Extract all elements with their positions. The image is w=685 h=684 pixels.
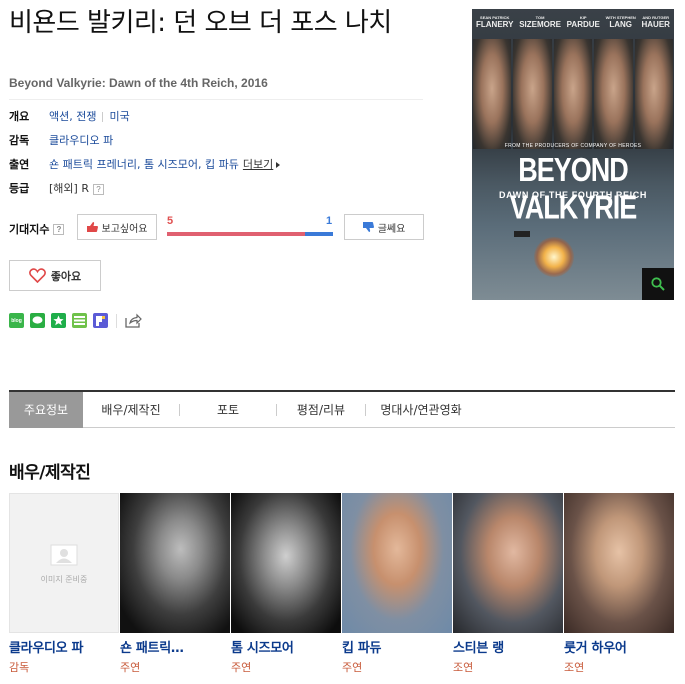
tab-photos[interactable]: 포토 (180, 392, 276, 428)
help-icon[interactable]: ? (92, 183, 104, 195)
cast-card[interactable]: 킵 파듀 주연 (342, 493, 452, 675)
poster-actor-name: WITH STEPHEN LANG (606, 15, 636, 29)
cast-card[interactable]: 룻거 하우어 조연 (564, 493, 674, 675)
placeholder-text: 이미지 준비중 (40, 574, 88, 584)
poster-tagline: FROM THE PRODUCERS OF COMPANY OF HEROES (504, 143, 642, 149)
cast-name[interactable]: 클라우디오 파 (9, 637, 119, 656)
meh-count: 1 (326, 215, 333, 227)
poster-plane (514, 231, 530, 237)
poster-actor-lastname: SIZEMORE (519, 20, 561, 29)
tab-main-info[interactable]: 주요정보 (9, 391, 83, 428)
vote-ratio-fill (167, 232, 305, 236)
share-toolbar: blog (9, 313, 142, 328)
heart-icon (28, 268, 46, 283)
cast-name[interactable]: 룻거 하우어 (564, 637, 674, 656)
poster-actor-lastname: PARDUE (566, 20, 600, 29)
cast-links[interactable]: 숀 패트릭 프레너리, 톰 시즈모어, 킵 파듀 (49, 158, 239, 172)
cast-photo[interactable] (342, 493, 452, 633)
cast-name[interactable]: 스티븐 랭 (453, 637, 563, 656)
share-icon[interactable] (125, 313, 142, 328)
blog-icon-text: blog (11, 317, 22, 324)
cast-card[interactable]: 스티븐 랭 조연 (453, 493, 563, 675)
poster-subtitle: DAWN OF THE FOURTH REICH (499, 190, 647, 200)
poster-actor-name: KIP PARDUE (567, 15, 600, 29)
poster-actor-lastname: FLANERY (476, 20, 514, 29)
content-tabs: 주요정보 배우/제작진 포토 평점/리뷰 명대사/연관영화 (9, 390, 675, 428)
separator (102, 112, 104, 122)
blog-icon[interactable]: blog (9, 313, 24, 328)
info-rating-row: 등급 [해외] R ? (9, 182, 104, 196)
poster-actor-lastname: LANG (609, 20, 633, 29)
pocket-icon[interactable] (93, 313, 108, 328)
movie-original-title: Beyond Valkyrie: Dawn of the 4th Reich, … (9, 76, 268, 90)
cast-photo[interactable] (231, 493, 341, 633)
cast-list: 이미지 준비중 클라우디오 파 감독 숀 패트릭… 주연 톰 시즈모어 주연 킵… (9, 493, 674, 675)
cast-photo[interactable] (564, 493, 674, 633)
poster-actor-lastname: HAUER (641, 20, 670, 29)
cast-photo[interactable] (453, 493, 563, 633)
meh-label: 글쎄요 (377, 223, 406, 235)
cast-role: 감독 (9, 661, 30, 674)
poster-zoom-button[interactable] (642, 268, 674, 300)
help-icon[interactable]: ? (53, 223, 65, 235)
country-link[interactable]: 미국 (109, 110, 129, 124)
cast-role: 조연 (453, 661, 474, 674)
cast-card[interactable]: 톰 시즈모어 주연 (231, 493, 341, 675)
divider (9, 99, 423, 100)
like-label: 좋아요 (50, 269, 82, 283)
want-label: 보고싶어요 (101, 223, 148, 235)
cast-name[interactable]: 킵 파듀 (342, 637, 452, 656)
info-overview-row: 개요 액션, 전쟁 미국 (9, 110, 130, 124)
poster-actor-name: TOM SIZEMORE (519, 15, 561, 29)
more-cast-link[interactable]: 더보기 (243, 158, 273, 172)
thumbs-up-icon (86, 222, 98, 232)
cast-role: 주연 (231, 661, 252, 674)
tab-quotes-related[interactable]: 명대사/연관영화 (366, 392, 476, 428)
want-count: 5 (167, 215, 174, 227)
meh-button[interactable]: 글쎄요 (344, 214, 424, 240)
talk-icon[interactable] (30, 313, 45, 328)
movie-poster[interactable]: SEAN PATRICK FLANERY TOM SIZEMORE KIP PARDUE W… (472, 9, 674, 300)
poster-actor-name: AND RUTGER HAUER (642, 15, 670, 29)
cast-card[interactable]: 이미지 준비중 클라우디오 파 감독 (9, 493, 119, 675)
cast-role: 주연 (120, 661, 141, 674)
overview-label: 개요 (9, 110, 30, 123)
cast-photo[interactable] (120, 493, 230, 633)
cast-name[interactable]: 톰 시즈모어 (231, 637, 341, 656)
poster-explosion (534, 237, 574, 277)
poster-actor-name: SEAN PATRICK FLANERY (476, 15, 513, 29)
magnifier-icon (651, 277, 665, 291)
director-link[interactable]: 클라우디오 파 (49, 134, 113, 148)
cast-section-title: 배우/제작진 (9, 463, 91, 483)
poster-title: BEYOND VALKYRIE (509, 151, 638, 226)
movie-title: 비욘드 발키리: 던 오브 더 포스 나치 (9, 8, 392, 38)
cast-role: 조연 (564, 661, 585, 674)
poster-faces (472, 39, 674, 149)
want-to-see-button[interactable]: 보고싶어요 (77, 214, 157, 240)
tab-reviews[interactable]: 평점/리뷰 (277, 392, 365, 428)
cast-name[interactable]: 숀 패트릭… (120, 637, 230, 656)
expectation-label: 기대지수 ? (9, 221, 65, 237)
thumbs-down-icon (362, 222, 374, 232)
separator (116, 313, 117, 328)
director-label: 감독 (9, 134, 30, 147)
info-cast-row: 출연 숀 패트릭 프레너리, 톰 시즈모어, 킵 파듀 더보기 (9, 158, 281, 172)
cast-photo-placeholder[interactable]: 이미지 준비중 (9, 493, 119, 633)
star-icon[interactable] (51, 313, 66, 328)
chevron-right-icon (276, 162, 281, 168)
cast-card[interactable]: 숀 패트릭… 주연 (120, 493, 230, 675)
memo-icon[interactable] (72, 313, 87, 328)
info-director-row: 감독 클라우디오 파 (9, 134, 113, 148)
tab-cast-crew[interactable]: 배우/제작진 (83, 392, 179, 428)
poster-actor-names: SEAN PATRICK FLANERY TOM SIZEMORE KIP PARDUE W… (476, 15, 670, 29)
like-button[interactable]: 좋아요 (9, 260, 101, 291)
cast-label: 출연 (9, 158, 30, 171)
image-placeholder-icon (50, 544, 78, 565)
vote-ratio-bar (167, 232, 333, 236)
rating-value: [해외] R (49, 182, 89, 195)
rating-label: 등급 (9, 182, 30, 195)
cast-role: 주연 (342, 661, 363, 674)
genre-link[interactable]: 액션, 전쟁 (49, 110, 96, 124)
expectation-text: 기대지수 (9, 223, 50, 236)
